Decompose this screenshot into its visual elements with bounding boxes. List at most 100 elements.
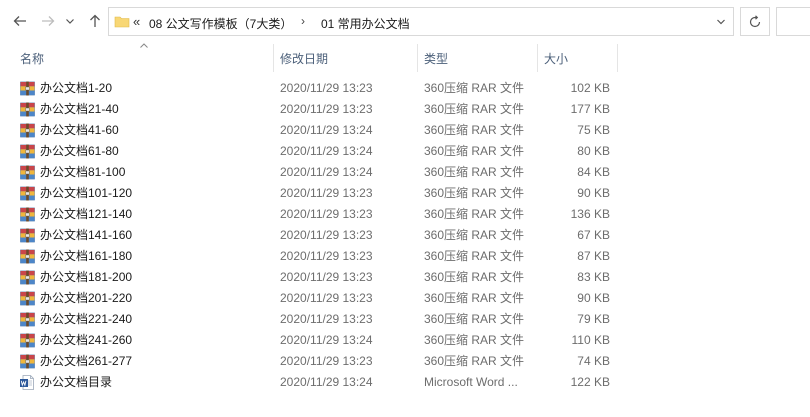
file-row[interactable]: 办公文档101-120 2020/11/29 13:23 360压缩 RAR 文件 9… [0,183,810,204]
rar-archive-icon [19,80,36,97]
file-type: 360压缩 RAR 文件 [424,249,525,263]
rar-archive-icon [19,227,36,244]
file-size: 136 KB [570,207,610,221]
chevron-down-icon [66,19,74,24]
file-type: 360压缩 RAR 文件 [424,312,525,326]
file-type: Microsoft Word ... [424,375,518,389]
file-name: 办公文档81-100 [40,165,126,179]
file-type: 360压缩 RAR 文件 [424,186,525,200]
file-row[interactable]: 办公文档181-200 2020/11/29 13:23 360压缩 RAR 文件 8… [0,267,810,288]
file-date: 2020/11/29 13:23 [280,270,373,284]
file-name: 办公文档221-240 [40,312,133,326]
file-row[interactable]: 办公文档81-100 2020/11/29 13:24 360压缩 RAR 文件 84… [0,162,810,183]
file-type: 360压缩 RAR 文件 [424,270,525,284]
rar-archive-icon [19,185,36,202]
breadcrumb-item-parent[interactable]: 08 公文写作模板（7大类） [149,15,292,32]
file-name: 办公文档101-120 [40,186,133,200]
chevron-down-icon[interactable] [716,17,726,27]
file-date: 2020/11/29 13:23 [280,186,373,200]
rar-archive-icon [19,290,36,307]
column-header-name[interactable]: 名称 [14,42,272,74]
file-row[interactable]: 办公文档41-60 2020/11/29 13:24 360压缩 RAR 文件 75 … [0,120,810,141]
arrow-up-icon [90,14,100,27]
folder-icon [114,16,130,28]
breadcrumb-item-current[interactable]: 01 常用办公文档 [321,15,410,32]
file-size: 110 KB [571,333,610,347]
column-header-type-label: 类型 [424,51,449,66]
file-row[interactable]: 办公文档61-80 2020/11/29 13:24 360压缩 RAR 文件 80 … [0,141,810,162]
arrow-left-icon [13,16,26,26]
file-type: 360压缩 RAR 文件 [424,102,525,116]
file-type: 360压缩 RAR 文件 [424,207,525,221]
file-type: 360压缩 RAR 文件 [424,333,525,347]
file-row[interactable]: 办公文档201-220 2020/11/29 13:23 360压缩 RAR 文件 9… [0,288,810,309]
file-name: 办公文档201-220 [40,291,133,305]
address-bar[interactable]: « 08 公文写作模板（7大类） › 01 常用办公文档 [108,7,734,36]
breadcrumb-overflow-button[interactable]: « [133,14,140,29]
file-type: 360压缩 RAR 文件 [424,123,525,137]
rar-archive-icon [19,206,36,223]
search-input[interactable] [776,7,810,36]
file-date: 2020/11/29 13:24 [280,123,373,137]
up-button[interactable] [85,11,105,31]
file-date: 2020/11/29 13:24 [280,144,373,158]
file-date: 2020/11/29 13:24 [280,375,373,389]
file-size: 79 KB [577,312,610,326]
file-name: 办公文档1-20 [40,81,113,95]
rar-archive-icon [19,164,36,181]
file-size: 177 KB [570,102,610,116]
file-name: 办公文档41-60 [40,123,119,137]
rar-archive-icon [19,269,36,286]
rar-archive-icon [19,248,36,265]
file-name: 办公文档181-200 [40,270,133,284]
file-row[interactable]: 办公文档141-160 2020/11/29 13:23 360压缩 RAR 文件 6… [0,225,810,246]
column-header-type[interactable]: 类型 [418,42,536,74]
file-size: 83 KB [577,270,610,284]
file-type: 360压缩 RAR 文件 [424,354,525,368]
file-row[interactable]: 办公文档21-40 2020/11/29 13:23 360压缩 RAR 文件 177… [0,99,810,120]
file-size: 80 KB [577,144,610,158]
file-type: 360压缩 RAR 文件 [424,144,525,158]
file-row[interactable]: 办公文档261-277 2020/11/29 13:23 360压缩 RAR 文件 7… [0,351,810,372]
file-row[interactable]: 办公文档221-240 2020/11/29 13:23 360压缩 RAR 文件 7… [0,309,810,330]
file-date: 2020/11/29 13:23 [280,228,373,242]
file-row[interactable]: 办公文档1-20 2020/11/29 13:23 360压缩 RAR 文件 102 … [0,78,810,99]
file-name: 办公文档21-40 [40,102,119,116]
file-size: 84 KB [577,165,610,179]
file-date: 2020/11/29 13:23 [280,102,373,116]
column-header-date[interactable]: 修改日期 [274,42,416,74]
file-row[interactable]: 办公文档241-260 2020/11/29 13:24 360压缩 RAR 文件 1… [0,330,810,351]
forward-button[interactable] [38,11,58,31]
file-size: 74 KB [577,354,610,368]
file-name: 办公文档161-180 [40,249,133,263]
column-header-size-label: 大小 [544,51,569,66]
file-date: 2020/11/29 13:23 [280,81,373,95]
file-name: 办公文档61-80 [40,144,119,158]
file-size: 67 KB [577,228,610,242]
refresh-icon [749,14,761,27]
file-type: 360压缩 RAR 文件 [424,81,525,95]
rar-archive-icon [19,143,36,160]
refresh-button[interactable] [740,7,770,36]
file-row[interactable]: 办公文档目录 2020/11/29 13:24 Microsoft Word ...… [0,372,810,393]
back-button[interactable] [10,11,30,31]
file-name: 办公文档141-160 [40,228,133,242]
file-type: 360压缩 RAR 文件 [424,165,525,179]
file-size: 90 KB [577,186,610,200]
file-date: 2020/11/29 13:24 [280,165,373,179]
breadcrumb-separator[interactable]: › [301,14,305,28]
file-date: 2020/11/29 13:24 [280,333,373,347]
file-name: 办公文档241-260 [40,333,133,347]
column-divider[interactable] [617,44,618,72]
rar-archive-icon [19,101,36,118]
file-date: 2020/11/29 13:23 [280,354,373,368]
file-name: 办公文档121-140 [40,207,133,221]
word-document-icon [19,374,36,391]
file-date: 2020/11/29 13:23 [280,312,373,326]
file-row[interactable]: 办公文档161-180 2020/11/29 13:23 360压缩 RAR 文件 8… [0,246,810,267]
recent-locations-button[interactable] [64,11,76,31]
column-header-size[interactable]: 大小 [538,42,616,74]
file-name: 办公文档261-277 [40,354,133,368]
file-date: 2020/11/29 13:23 [280,291,373,305]
file-row[interactable]: 办公文档121-140 2020/11/29 13:23 360压缩 RAR 文件 1… [0,204,810,225]
